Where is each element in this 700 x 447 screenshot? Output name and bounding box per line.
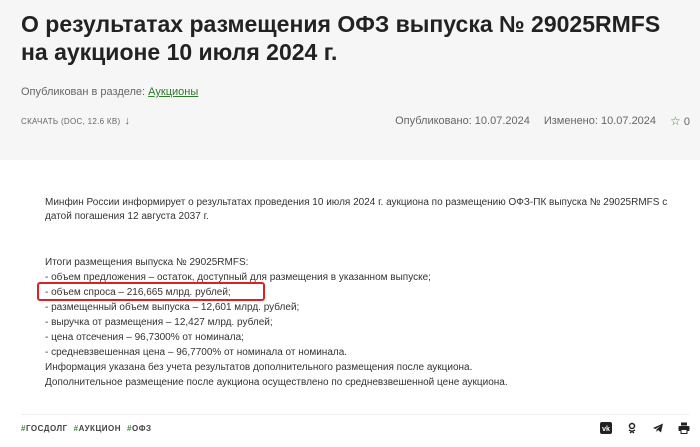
results-line: Информация указана без учета результатов… bbox=[45, 362, 473, 373]
results-line: - размещенный объем выпуска – 12,601 млр… bbox=[45, 302, 300, 313]
results-line: Итоги размещения выпуска № 29025RMFS: bbox=[45, 257, 249, 268]
ok-icon[interactable] bbox=[626, 422, 638, 434]
published-in: Опубликован в разделе: Аукционы bbox=[21, 86, 198, 98]
article-intro: Минфин России информирует о результатах … bbox=[45, 197, 668, 222]
article-dates: Опубликовано: 10.07.2024 Изменено: 10.07… bbox=[395, 114, 690, 128]
download-label: СКАЧАТЬ (DOC, 12.6 КВ) bbox=[21, 116, 121, 126]
page-title: О результатах размещения ОФЗ выпуска № 2… bbox=[21, 11, 661, 65]
print-icon[interactable] bbox=[678, 422, 690, 434]
published-in-label: Опубликован в разделе: bbox=[21, 86, 146, 98]
highlight-box bbox=[37, 282, 265, 301]
favorites-count: 0 bbox=[683, 116, 690, 128]
svg-text:vk: vk bbox=[602, 426, 610, 433]
star-icon: ☆ bbox=[670, 114, 681, 128]
tag[interactable]: #ГОСДОЛГ bbox=[21, 424, 68, 433]
article-results: Итоги размещения выпуска № 29025RMFS: - … bbox=[45, 255, 665, 390]
section-link[interactable]: Аукционы bbox=[148, 86, 198, 98]
published-date: Опубликовано: 10.07.2024 bbox=[395, 115, 530, 127]
favorites[interactable]: ☆ 0 bbox=[670, 114, 690, 128]
modified-date: Изменено: 10.07.2024 bbox=[543, 115, 657, 127]
article-header: О результатах размещения ОФЗ выпуска № 2… bbox=[0, 0, 700, 160]
telegram-icon[interactable] bbox=[652, 422, 664, 434]
tag[interactable]: #ОФЗ bbox=[127, 424, 152, 433]
download-button[interactable]: СКАЧАТЬ (DOC, 12.6 КВ) ↓ bbox=[21, 115, 130, 127]
results-line: - цена отсечения – 96,7300% от номинала; bbox=[45, 332, 244, 343]
tag[interactable]: #АУКЦИОН bbox=[74, 424, 121, 433]
download-arrow-icon: ↓ bbox=[124, 115, 131, 127]
vk-icon[interactable]: vk bbox=[600, 422, 612, 434]
results-line: - средневзвешенная цена – 96,7700% от но… bbox=[45, 347, 348, 358]
share-bar: vk bbox=[600, 422, 690, 434]
results-line: Дополнительное размещение после аукциона… bbox=[45, 377, 508, 388]
footer-divider bbox=[21, 414, 689, 415]
results-line: - выручка от размещения – 12,427 млрд. р… bbox=[45, 317, 273, 328]
tag-list: #ГОСДОЛГ #АУКЦИОН #ОФЗ bbox=[21, 424, 152, 433]
